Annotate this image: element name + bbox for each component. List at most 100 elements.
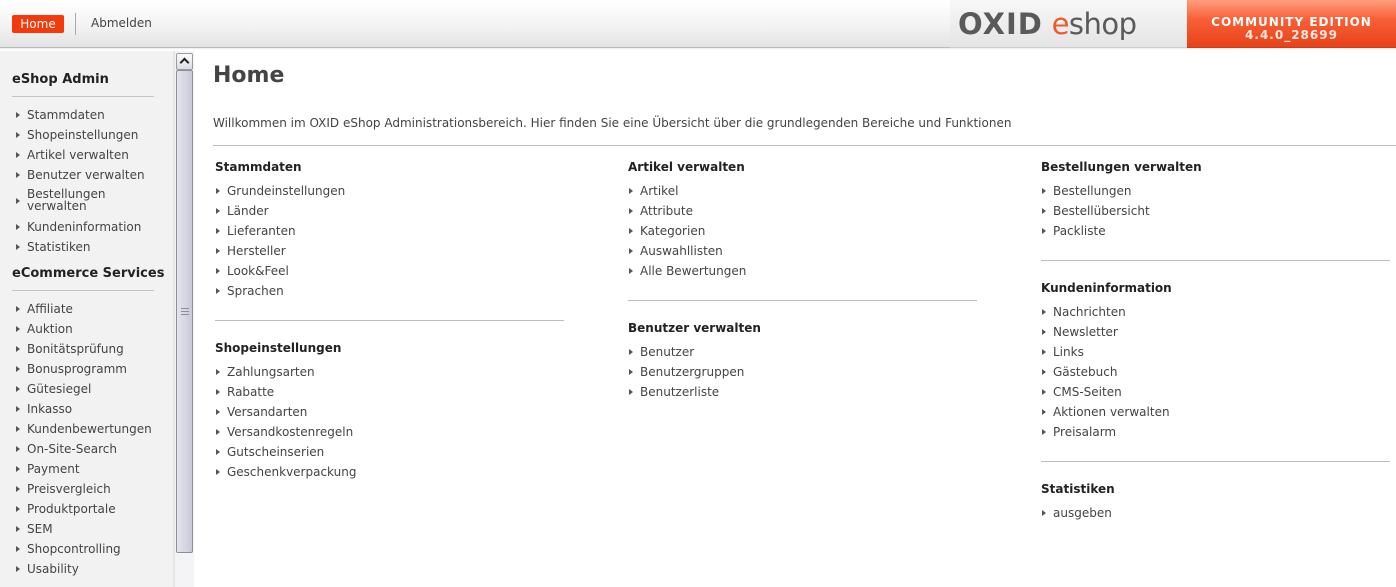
link-label: Artikel [640, 184, 679, 198]
link-aktionen-verwalten[interactable]: Aktionen verwalten [1041, 402, 1170, 422]
link-label: Lieferanten [227, 224, 296, 238]
link-benutzergruppen[interactable]: Benutzergruppen [628, 362, 744, 382]
arrow-right-icon [1042, 329, 1046, 335]
sidebar-divider [12, 96, 154, 97]
arrow-right-icon [216, 469, 220, 475]
sidebar-item-label: Artikel verwalten [27, 148, 129, 162]
sidebar-item-inkasso[interactable]: Inkasso [15, 399, 152, 419]
sidebar-item-preisvergleich[interactable]: Preisvergleich [15, 479, 152, 499]
arrow-right-icon [1042, 389, 1046, 395]
link-gaestebuch[interactable]: Gästebuch [1041, 362, 1170, 382]
sidebar-item-bestellungen-verwalten[interactable]: Bestellungen verwalten [15, 185, 135, 217]
section-divider [1041, 260, 1390, 261]
sidebar-item-bonusprogramm[interactable]: Bonusprogramm [15, 359, 152, 379]
link-nachrichten[interactable]: Nachrichten [1041, 302, 1170, 322]
sidebar-item-guetesiegel[interactable]: Gütesiegel [15, 379, 152, 399]
sidebar-item-benutzer-verwalten[interactable]: Benutzer verwalten [15, 165, 145, 185]
link-look-and-feel[interactable]: Look&Feel [215, 261, 345, 281]
link-grundeinstellungen[interactable]: Grundeinstellungen [215, 181, 345, 201]
link-label: ausgeben [1053, 506, 1112, 520]
sidebar-item-on-site-search[interactable]: On-Site-Search [15, 439, 152, 459]
arrow-right-icon [16, 346, 20, 352]
scroll-up-arrow-icon[interactable] [176, 53, 193, 70]
sidebar-item-kundeninformation[interactable]: Kundeninformation [15, 217, 145, 237]
link-versandkostenregeln[interactable]: Versandkostenregeln [215, 422, 356, 442]
sidebar-item-shopeinstellungen[interactable]: Shopeinstellungen [15, 125, 145, 145]
link-label: Bestellungen [1053, 184, 1132, 198]
oxid-eshop-logo: OXID eshop [958, 6, 1137, 42]
link-label: Benutzerliste [640, 385, 720, 399]
section-heading-stammdaten: Stammdaten [215, 160, 302, 174]
link-bestellungen[interactable]: Bestellungen [1041, 181, 1150, 201]
logout-link[interactable]: Abmelden [91, 16, 152, 30]
sidebar-item-shopcontrolling[interactable]: Shopcontrolling [15, 539, 152, 559]
link-kategorien[interactable]: Kategorien [628, 221, 746, 241]
main-divider [213, 145, 1396, 146]
link-laender[interactable]: Länder [215, 201, 345, 221]
link-label: Links [1053, 345, 1084, 359]
sidebar-item-usability[interactable]: Usability [15, 559, 152, 579]
arrow-right-icon [16, 526, 20, 532]
link-benutzerliste[interactable]: Benutzerliste [628, 382, 744, 402]
sidebar-item-stammdaten[interactable]: Stammdaten [15, 105, 145, 125]
link-rabatte[interactable]: Rabatte [215, 382, 356, 402]
link-label: Länder [227, 204, 269, 218]
sidebar-item-statistiken[interactable]: Statistiken [15, 237, 145, 257]
link-links[interactable]: Links [1041, 342, 1170, 362]
link-gutscheinserien[interactable]: Gutscheinserien [215, 442, 356, 462]
sidebar-item-affiliate[interactable]: Affiliate [15, 299, 152, 319]
link-label: Newsletter [1053, 325, 1118, 339]
link-hersteller[interactable]: Hersteller [215, 241, 345, 261]
link-versandarten[interactable]: Versandarten [215, 402, 356, 422]
sidebar-scrollbar[interactable] [174, 51, 194, 587]
sidebar-item-produktportale[interactable]: Produktportale [15, 499, 152, 519]
link-lieferanten[interactable]: Lieferanten [215, 221, 345, 241]
arrow-right-icon [1042, 208, 1046, 214]
sidebar-item-kundenbewertungen[interactable]: Kundenbewertungen [15, 419, 152, 439]
arrow-right-icon [16, 426, 20, 432]
link-preisalarm[interactable]: Preisalarm [1041, 422, 1170, 442]
link-label: Versandkostenregeln [227, 425, 354, 439]
sidebar-item-bonitaetspruefung[interactable]: Bonitätsprüfung [15, 339, 152, 359]
link-label: Benutzer [640, 345, 695, 359]
link-label: CMS-Seiten [1053, 385, 1122, 399]
sidebar-item-sem[interactable]: SEM [15, 519, 152, 539]
arrow-right-icon [16, 506, 20, 512]
arrow-right-icon [16, 446, 20, 452]
sidebar-divider [12, 290, 154, 291]
section-heading-shopeinstellungen: Shopeinstellungen [215, 341, 342, 355]
scrollbar-thumb[interactable] [176, 70, 193, 553]
link-artikel[interactable]: Artikel [628, 181, 746, 201]
link-cms-seiten[interactable]: CMS-Seiten [1041, 382, 1170, 402]
sidebar-item-label: Affiliate [27, 302, 73, 316]
link-benutzer[interactable]: Benutzer [628, 342, 744, 362]
link-packliste[interactable]: Packliste [1041, 221, 1150, 241]
home-button[interactable]: Home [12, 15, 64, 33]
logo-oxid-text: OXID [958, 7, 1043, 41]
link-bestelluebersicht[interactable]: Bestellübersicht [1041, 201, 1150, 221]
section-divider [215, 320, 564, 321]
link-alle-bewertungen[interactable]: Alle Bewertungen [628, 261, 746, 281]
link-label: Geschenkverpackung [227, 465, 357, 479]
section-list-bestellungen-verwalten: Bestellungen Bestellübersicht Packliste [1041, 181, 1150, 241]
link-newsletter[interactable]: Newsletter [1041, 322, 1170, 342]
sidebar-item-auktion[interactable]: Auktion [15, 319, 152, 339]
sidebar-item-payment[interactable]: Payment [15, 459, 152, 479]
link-label: Gutscheinserien [227, 445, 325, 459]
arrow-right-icon [16, 152, 20, 158]
arrow-right-icon [16, 244, 20, 250]
section-list-benutzer-verwalten: Benutzer Benutzergruppen Benutzerliste [628, 342, 744, 402]
link-ausgeben[interactable]: ausgeben [1041, 503, 1112, 523]
link-label: Rabatte [227, 385, 275, 399]
link-zahlungsarten[interactable]: Zahlungsarten [215, 362, 356, 382]
arrow-right-icon [16, 546, 20, 552]
sidebar-item-artikel-verwalten[interactable]: Artikel verwalten [15, 145, 145, 165]
link-auswahllisten[interactable]: Auswahllisten [628, 241, 746, 261]
link-label: Packliste [1053, 224, 1106, 238]
arrow-right-icon [629, 188, 633, 194]
link-attribute[interactable]: Attribute [628, 201, 746, 221]
arrow-right-icon [216, 429, 220, 435]
link-geschenkverpackung[interactable]: Geschenkverpackung [215, 462, 356, 482]
link-sprachen[interactable]: Sprachen [215, 281, 345, 301]
arrow-right-icon [216, 369, 220, 375]
